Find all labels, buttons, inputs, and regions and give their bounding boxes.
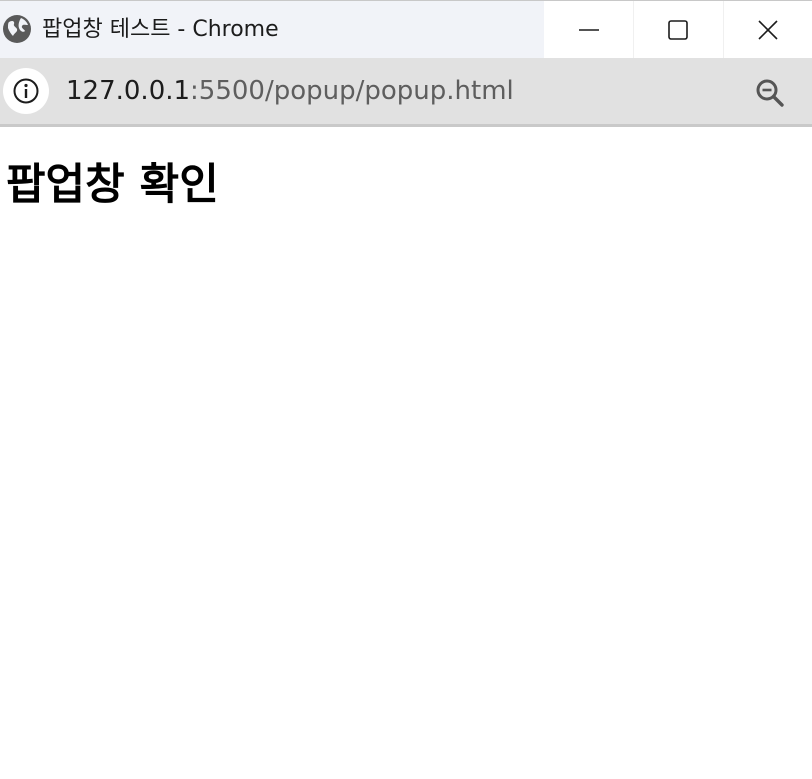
maximize-icon (668, 19, 689, 40)
close-icon (758, 19, 778, 40)
zoom-out-icon (756, 79, 784, 107)
window-controls (544, 1, 812, 58)
page-content: 팝업창 확인 (0, 127, 812, 779)
minimize-icon (578, 28, 599, 31)
page-heading: 팝업창 확인 (6, 160, 219, 210)
close-button[interactable] (722, 1, 812, 58)
browser-popup-window: 팝업창 테스트 - Chrome 127.0.0.1:5500/popup/po… (0, 0, 812, 779)
site-info-button[interactable] (3, 68, 49, 114)
url-host: 127.0.0.1 (66, 76, 191, 106)
url-path: :5500/popup/popup.html (190, 76, 514, 106)
maximize-button[interactable] (633, 1, 722, 58)
minimize-button[interactable] (544, 1, 633, 58)
url-field[interactable]: 127.0.0.1:5500/popup/popup.html (66, 73, 514, 109)
globe-icon (3, 15, 31, 43)
info-icon (13, 78, 39, 104)
window-title: 팝업창 테스트 - Chrome (42, 17, 279, 42)
address-bar: 127.0.0.1:5500/popup/popup.html (0, 58, 812, 127)
title-bar[interactable]: 팝업창 테스트 - Chrome (0, 0, 812, 58)
zoom-button[interactable] (750, 73, 790, 113)
